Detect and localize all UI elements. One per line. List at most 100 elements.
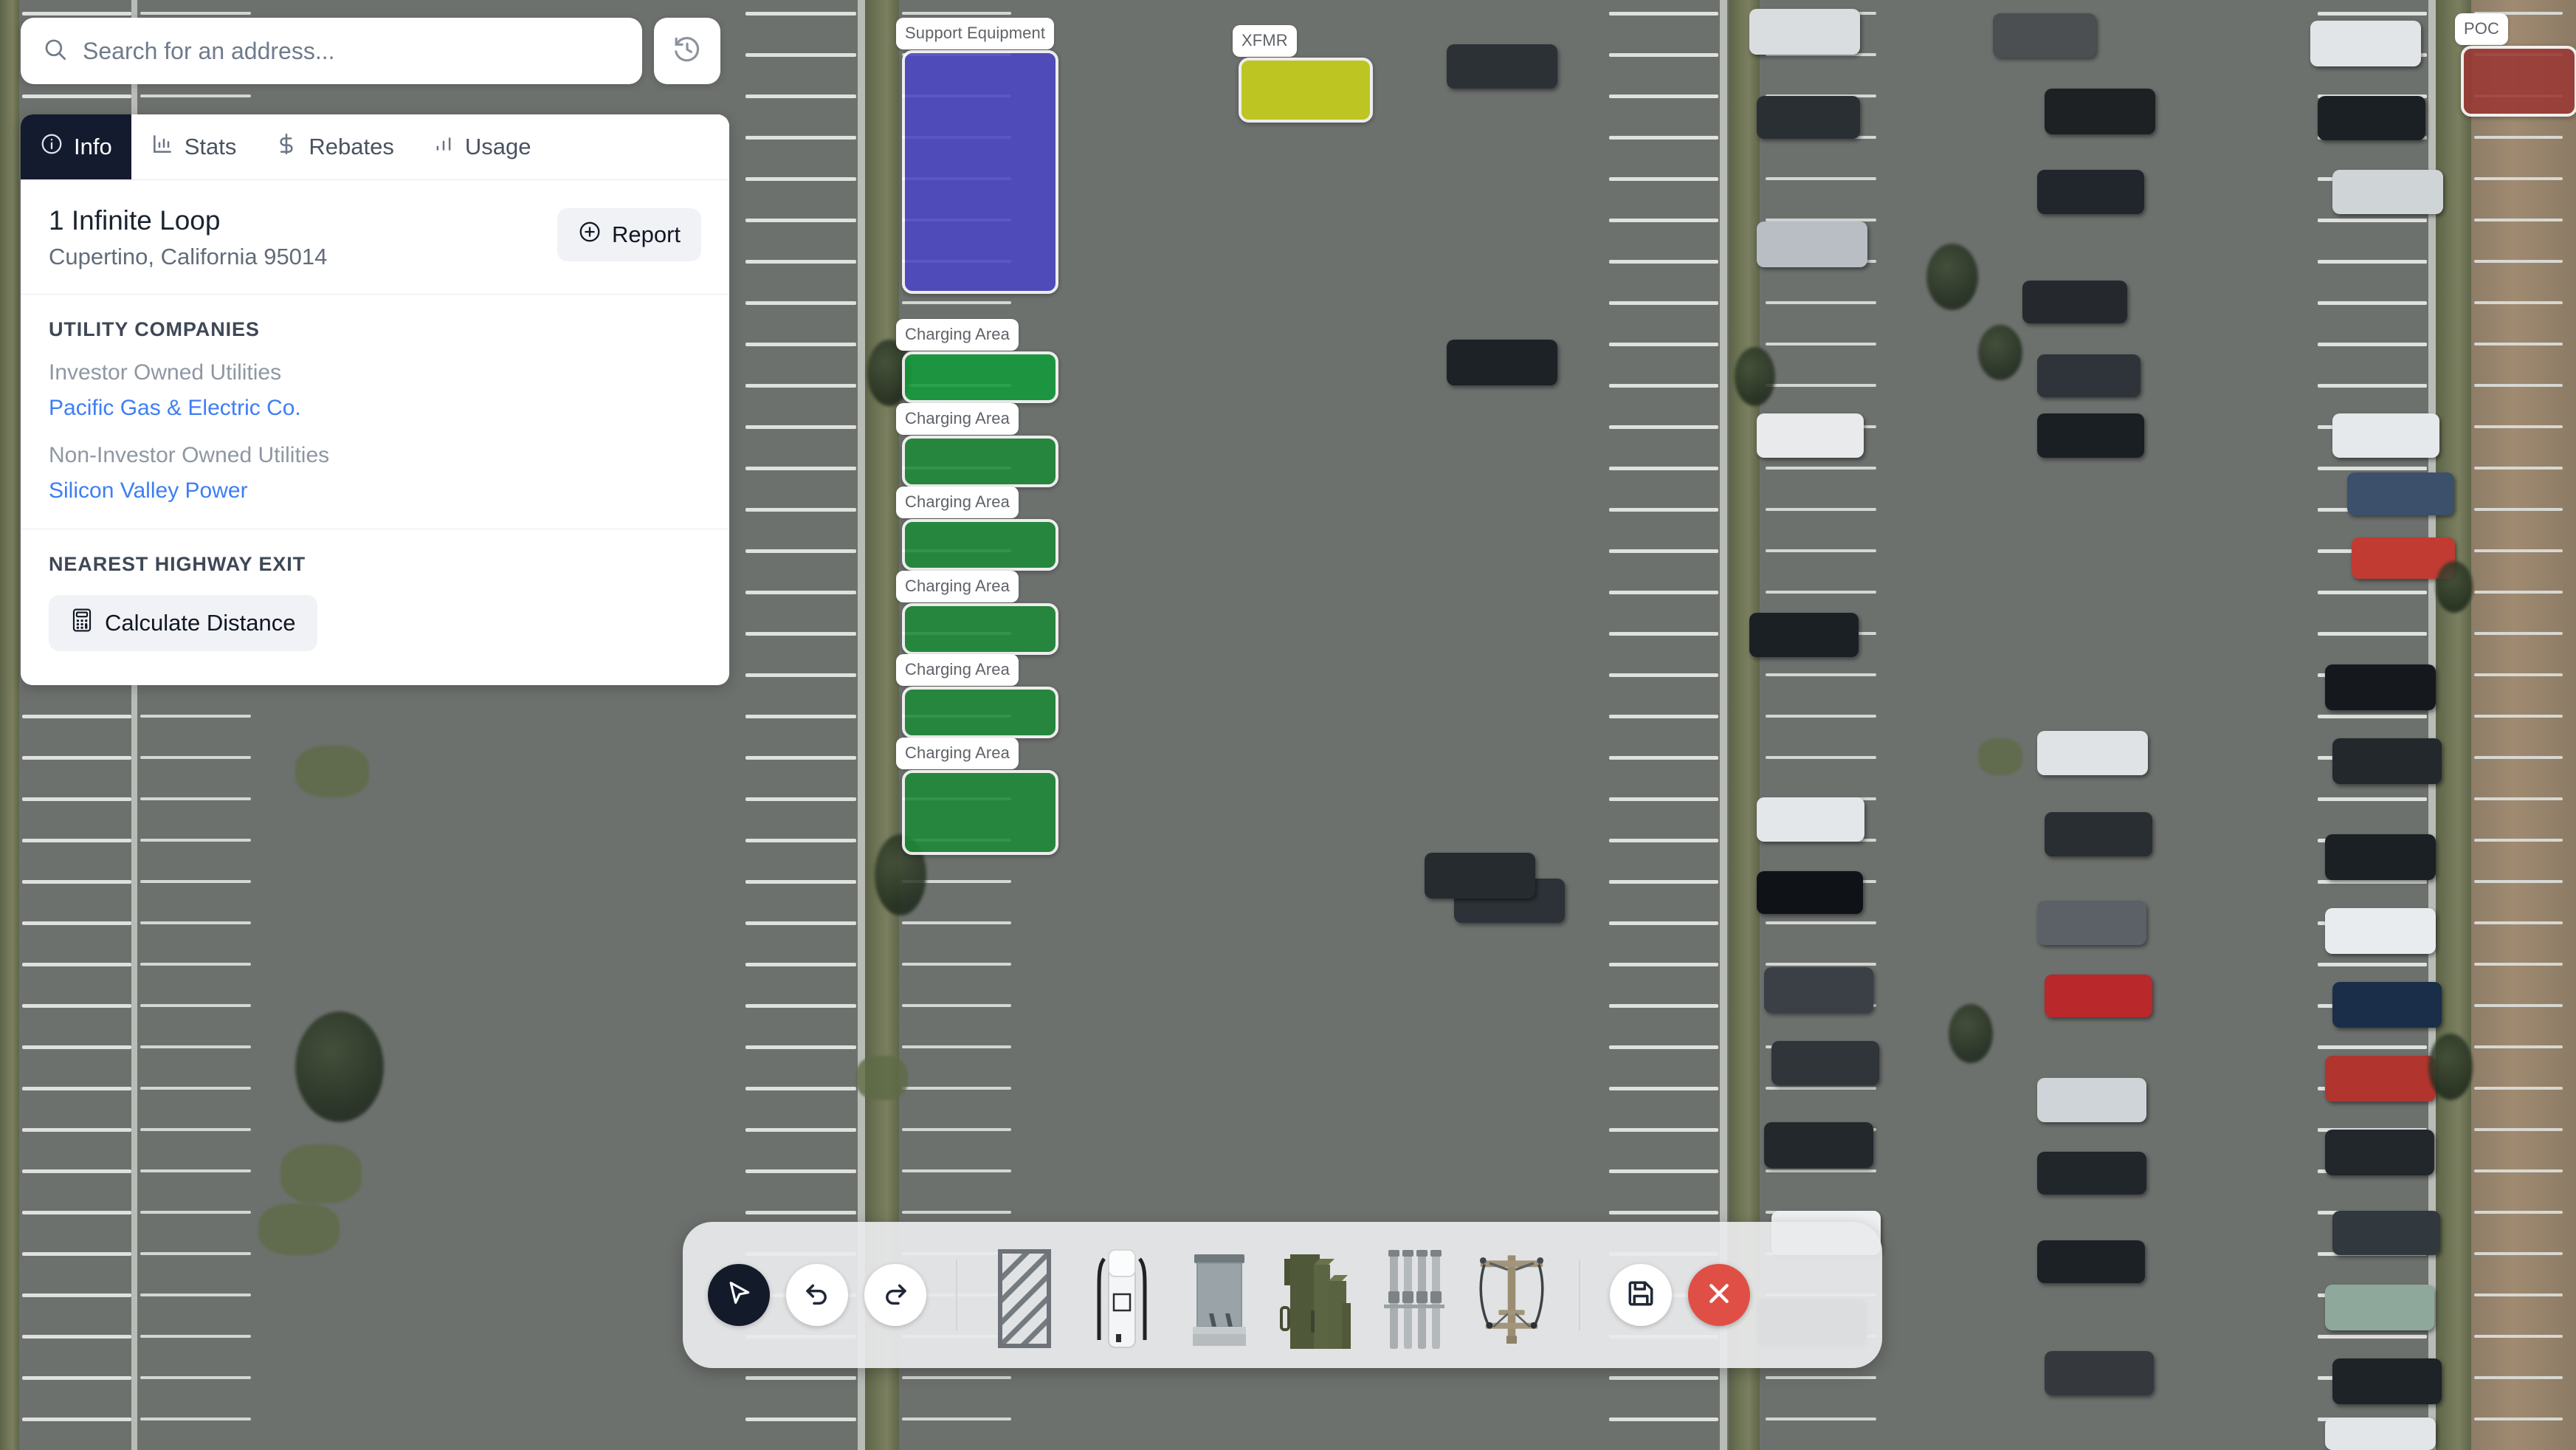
utility-link-svp[interactable]: Silicon Valley Power bbox=[49, 478, 701, 504]
area-hatch-tool[interactable] bbox=[987, 1240, 1062, 1350]
parking-stall-line bbox=[2474, 1335, 2563, 1338]
parked-car bbox=[2045, 975, 2152, 1017]
parking-stall-line bbox=[2474, 384, 2563, 387]
parking-stall-line bbox=[22, 1252, 131, 1256]
switchgear-tool[interactable] bbox=[1279, 1240, 1354, 1350]
parked-car bbox=[1993, 13, 2096, 58]
redo-arrow-icon bbox=[881, 1279, 910, 1312]
parking-stall-line bbox=[902, 1128, 1011, 1131]
parked-car bbox=[2037, 413, 2144, 458]
parking-stall-line bbox=[745, 1211, 856, 1214]
overlay-shape[interactable] bbox=[902, 603, 1058, 655]
parking-stall-line bbox=[902, 1418, 1011, 1420]
parked-car bbox=[1757, 221, 1867, 267]
parked-car bbox=[1757, 871, 1863, 914]
report-button[interactable]: Report bbox=[557, 208, 701, 261]
parking-stall-line bbox=[745, 425, 856, 429]
history-clock-icon bbox=[672, 34, 703, 69]
parked-car bbox=[1749, 9, 1860, 55]
parking-stall-line bbox=[2474, 632, 2563, 635]
hatched-rectangle-icon bbox=[998, 1249, 1051, 1348]
shrub bbox=[258, 1203, 340, 1255]
parking-stall-line bbox=[1609, 715, 1718, 718]
parking-stall-line bbox=[140, 963, 251, 966]
parked-car bbox=[2325, 1130, 2434, 1175]
parking-stall-line bbox=[745, 963, 856, 966]
tree bbox=[1926, 244, 1978, 310]
parked-car bbox=[2045, 1351, 2154, 1395]
search-input[interactable] bbox=[83, 37, 620, 65]
search-row bbox=[21, 18, 720, 84]
tab-rebates[interactable]: Rebates bbox=[255, 114, 413, 179]
parking-stall-line bbox=[745, 673, 856, 677]
parking-stall-line bbox=[902, 921, 1011, 924]
tab-info[interactable]: Info bbox=[21, 114, 131, 179]
parking-stall-line bbox=[1609, 260, 1718, 264]
parked-car bbox=[2332, 170, 2443, 214]
parking-stall-line bbox=[22, 1128, 131, 1132]
parking-stall-line bbox=[745, 343, 856, 346]
parking-stall-line bbox=[1609, 301, 1718, 305]
parked-car bbox=[2325, 1418, 2436, 1450]
utility-link-pge[interactable]: Pacific Gas & Electric Co. bbox=[49, 396, 701, 421]
toolbar-divider bbox=[1579, 1260, 1580, 1330]
overlay-shape[interactable] bbox=[902, 519, 1058, 571]
parked-car bbox=[1447, 44, 1557, 89]
shrub bbox=[295, 746, 369, 797]
conduit-riser-tool[interactable] bbox=[1377, 1240, 1452, 1350]
parking-stall-line bbox=[140, 1418, 251, 1420]
parking-stall-line bbox=[2474, 136, 2563, 139]
transformer-cabinet-icon bbox=[1193, 1254, 1246, 1346]
green-switchgear-icon bbox=[1280, 1254, 1351, 1349]
tree bbox=[1978, 325, 2022, 380]
parking-stall-line bbox=[745, 136, 856, 140]
tab-usage[interactable]: Usage bbox=[413, 114, 551, 179]
search-history-button[interactable] bbox=[654, 18, 720, 84]
transformer-tool[interactable] bbox=[1182, 1240, 1257, 1350]
parking-stall-line bbox=[2474, 715, 2563, 718]
parking-stall-line bbox=[2474, 591, 2563, 594]
parking-stall-line bbox=[902, 12, 1011, 15]
parking-stall-line bbox=[2474, 1128, 2563, 1131]
parking-stall-line bbox=[2318, 219, 2427, 222]
parking-stall-line bbox=[2318, 384, 2427, 388]
save-button[interactable] bbox=[1610, 1264, 1672, 1326]
parking-stall-line bbox=[1766, 508, 1876, 511]
dirt-shoulder bbox=[2471, 0, 2576, 1450]
overlay-shape[interactable] bbox=[902, 770, 1058, 855]
utility-pole-tool[interactable] bbox=[1474, 1240, 1549, 1350]
parked-car bbox=[2325, 1056, 2436, 1102]
overlay-shape[interactable] bbox=[2461, 46, 2576, 117]
parked-car bbox=[2318, 96, 2425, 140]
parking-stall-line bbox=[1766, 384, 1876, 387]
close-button[interactable] bbox=[1688, 1264, 1750, 1326]
parking-stall-line bbox=[745, 1418, 856, 1421]
parking-stall-line bbox=[22, 1004, 131, 1008]
select-tool-button[interactable] bbox=[708, 1264, 770, 1326]
median-strip bbox=[0, 0, 19, 1450]
parked-car bbox=[2045, 812, 2152, 856]
parking-stall-line bbox=[745, 95, 856, 98]
parking-stall-line bbox=[745, 880, 856, 884]
overlay-shape[interactable] bbox=[902, 687, 1058, 738]
parking-stall-line bbox=[1609, 136, 1718, 140]
calculate-distance-button[interactable]: Calculate Distance bbox=[49, 595, 318, 651]
parking-stall-line bbox=[140, 1087, 251, 1090]
parking-stall-line bbox=[1609, 508, 1718, 512]
overlay-shape[interactable] bbox=[902, 50, 1058, 294]
utility-kind-investor-owned: Investor Owned Utilities bbox=[49, 360, 282, 385]
parking-stall-line bbox=[1766, 1418, 1876, 1420]
overlay-label: Charging Area bbox=[896, 571, 1019, 602]
tab-stats[interactable]: Stats bbox=[131, 114, 256, 179]
parking-stall-line bbox=[1609, 1376, 1718, 1380]
parking-stall-line bbox=[1766, 591, 1876, 594]
overlay-shape[interactable] bbox=[902, 436, 1058, 487]
overlay-shape[interactable] bbox=[902, 351, 1058, 403]
redo-button[interactable] bbox=[864, 1264, 926, 1326]
ev-charger-tool[interactable] bbox=[1084, 1240, 1160, 1350]
search-box[interactable] bbox=[21, 18, 642, 84]
address-line-2: Cupertino, California 95014 bbox=[49, 244, 328, 269]
parking-stall-line bbox=[140, 1004, 251, 1007]
undo-button[interactable] bbox=[786, 1264, 848, 1326]
overlay-shape[interactable] bbox=[1239, 58, 1373, 123]
